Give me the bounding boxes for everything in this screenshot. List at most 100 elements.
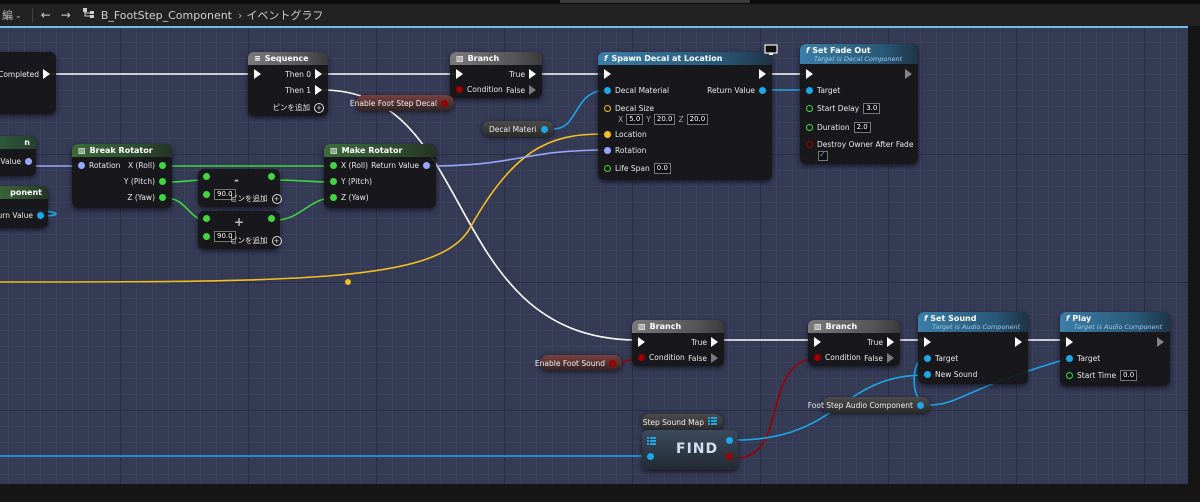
add-node[interactable]: + 90.0 ピンを追加 + (198, 211, 282, 249)
duration-input[interactable]: 2.0 (853, 122, 871, 133)
object-in-pin[interactable] (806, 87, 813, 94)
left-panel-label[interactable]: 編 (2, 7, 13, 23)
then0-pin-row[interactable]: Then 0 (285, 69, 322, 79)
object-out-pin[interactable] (759, 87, 766, 94)
then1-pin-row[interactable]: Then 1 (285, 85, 322, 95)
destroy-owner-checkbox[interactable]: ✓ (818, 150, 828, 161)
true-pin-row[interactable]: True (691, 337, 718, 347)
condition-pin-row[interactable]: Condition (814, 353, 861, 362)
back-arrow-icon[interactable]: ← (41, 8, 51, 22)
object-in-pin[interactable] (1066, 355, 1073, 362)
true-pin-row[interactable]: True (867, 337, 894, 347)
play-node[interactable]: f Play Target is Audio Component Target … (1060, 312, 1170, 386)
bool-in-pin[interactable] (638, 354, 645, 361)
set-fade-out-node[interactable]: f Set Fade Out Target is Decal Component… (800, 44, 918, 164)
spawn-decal-at-location-node[interactable]: f Spawn Decal at Location Decal Material… (598, 44, 778, 180)
branch-node-decal[interactable]: ▧ Branch True Condition False (450, 52, 542, 98)
float-in-pin[interactable] (203, 173, 210, 180)
z-yaw-pin-row[interactable]: Z (Yaw) (330, 193, 369, 202)
x-roll-pin-row[interactable]: X (Roll) (330, 161, 368, 170)
forward-arrow-icon[interactable]: → (61, 8, 71, 22)
life-span-pin-row[interactable]: Life Span 0.0 (604, 163, 671, 174)
enable-foot-step-decal-variable[interactable]: Enable Foot Step Decal (350, 95, 454, 111)
float-in-pin[interactable] (203, 191, 210, 198)
sequence-node[interactable]: ≡ Sequence Then 0 Then 1 ピンを追加 + (248, 52, 328, 116)
return-value-pin-row[interactable]: Return Value (0, 211, 44, 220)
exec-in-pin[interactable] (806, 69, 813, 79)
rotator-in-pin[interactable] (604, 147, 611, 154)
condition-pin-row[interactable]: Condition (456, 85, 503, 94)
object-in-pin[interactable] (924, 355, 931, 362)
float-in-pin[interactable] (604, 165, 611, 172)
exec-in-pin[interactable] (456, 69, 463, 79)
start-delay-pin-row[interactable]: Start Delay 3.0 (806, 103, 881, 114)
exec-out-pin[interactable] (529, 85, 536, 95)
set-sound-node[interactable]: f Set Sound Target is Audio Component Ta… (918, 312, 1028, 384)
step-sound-map-variable[interactable]: Step Sound Map (641, 414, 723, 430)
object-in-pin[interactable] (604, 87, 611, 94)
foot-step-audio-component-variable[interactable]: Foot Step Audio Component (808, 397, 930, 413)
false-pin-row[interactable]: False (688, 353, 718, 363)
bool-in-pin[interactable] (806, 141, 813, 148)
exec-out-pin[interactable] (905, 69, 912, 79)
exec-in-pin[interactable] (638, 337, 645, 347)
left-event-node[interactable]: Completed (0, 52, 56, 114)
exec-out-pin[interactable] (315, 69, 322, 79)
map-find-node[interactable]: FIND (642, 430, 738, 470)
condition-pin-row[interactable]: Condition (638, 353, 685, 362)
bool-out-pin[interactable] (609, 359, 616, 367)
start-time-input[interactable]: 0.0 (1120, 370, 1138, 381)
decal-size-pin-row[interactable]: Decal Size (604, 104, 654, 113)
float-in-pin[interactable] (330, 162, 337, 169)
float-out-pin[interactable] (159, 194, 166, 201)
branch-node-find[interactable]: ▧ Branch True Condition False (808, 320, 900, 366)
false-pin-row[interactable]: False (506, 85, 536, 95)
decal-size-z-input[interactable]: 20.0 (686, 114, 709, 125)
float-out-pin[interactable] (159, 162, 166, 169)
float-in-pin[interactable] (1066, 372, 1073, 379)
false-pin-row[interactable]: False (864, 353, 894, 363)
exec-out-pin[interactable] (711, 353, 718, 363)
add-pin-button[interactable]: ピンを追加 + (273, 102, 324, 113)
true-pin-row[interactable]: True (509, 69, 536, 79)
float-in-pin[interactable] (203, 215, 210, 222)
break-rotator-node[interactable]: ▨ Break Rotator Rotation X (Roll) Y (Pit… (72, 144, 172, 208)
new-sound-pin-row[interactable]: New Sound (924, 370, 977, 379)
rotator-in-pin[interactable] (78, 162, 85, 169)
float-out-pin[interactable] (268, 173, 275, 180)
exec-out-pin[interactable] (315, 85, 322, 95)
return-value-pin-row[interactable]: Return Value (371, 161, 430, 170)
left-rotator-source-node[interactable]: n n Value (0, 136, 36, 176)
exec-out-pin[interactable] (529, 69, 536, 79)
target-pin-row[interactable]: Target (924, 354, 958, 363)
vector-in-pin[interactable] (604, 131, 611, 138)
x-roll-pin-row[interactable]: X (Roll) (128, 161, 166, 170)
decal-size-y-input[interactable]: 20.0 (653, 114, 676, 125)
start-time-pin-row[interactable]: Start Time 0.0 (1066, 370, 1138, 381)
object-out-pin[interactable] (37, 212, 44, 219)
subtract-node[interactable]: - 90.0 ピンを追加 + (198, 169, 282, 207)
rotation-pin-row[interactable]: Rotation (604, 146, 646, 155)
float-in-pin[interactable] (806, 124, 813, 131)
return-value-pin-row[interactable]: Return Value (707, 86, 766, 95)
object-out-pin[interactable] (541, 125, 548, 133)
float-out-pin[interactable] (268, 215, 275, 222)
exec-out-pin[interactable] (759, 69, 766, 79)
value-out-pin[interactable] (726, 437, 733, 444)
object-out-pin[interactable] (917, 401, 924, 409)
found-out-pin[interactable] (726, 453, 733, 460)
chevron-down-icon[interactable]: ⌄ (15, 11, 22, 20)
bool-in-pin[interactable] (814, 354, 821, 361)
event-graph-canvas[interactable]: Completed n n Value ponent Return Value … (0, 26, 1188, 486)
enable-foot-sound-variable[interactable]: Enable Foot Sound (535, 355, 622, 371)
exec-out-pin[interactable] (711, 337, 718, 347)
target-pin-row[interactable]: Target (1066, 354, 1100, 363)
add-pin-button[interactable]: ピンを追加 + (230, 235, 282, 246)
exec-in-pin[interactable] (254, 69, 261, 79)
branch-node-sound[interactable]: ▧ Branch True Condition False (632, 320, 724, 366)
breadcrumb-graph[interactable]: イベントグラフ (246, 7, 323, 23)
decal-size-x-input[interactable]: 5.0 (626, 114, 644, 125)
exec-in-pin[interactable] (1066, 337, 1073, 347)
y-pitch-pin-row[interactable]: Y (Pitch) (330, 177, 372, 186)
location-pin-row[interactable]: Location (604, 130, 647, 139)
